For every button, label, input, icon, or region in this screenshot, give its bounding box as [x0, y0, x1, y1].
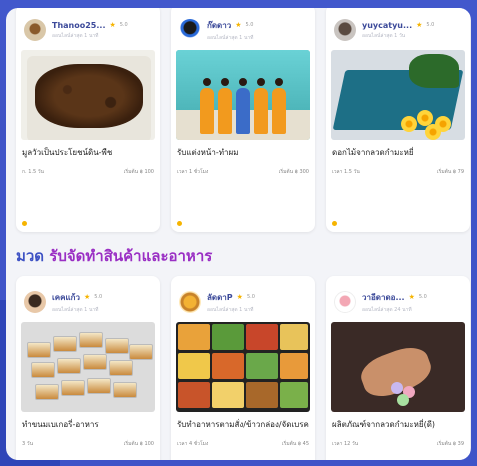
service-title[interactable]: มูลวัวเป็นประโยชน์ดิน-พืช — [16, 140, 160, 166]
avatar[interactable] — [24, 19, 46, 41]
service-meta: เวลา 12 วัน เริ่มต้น ฿ 39 — [326, 440, 470, 448]
badge-dot — [177, 221, 182, 226]
online-status: ออนไลน์ล่าสุด 1 นาที — [52, 32, 99, 39]
seller-header: วาอีดาดอ... ★ 5.0 ออนไลน์ล่าสุด 24 นาที — [326, 276, 470, 322]
seller-name[interactable]: yuycatyu... — [362, 21, 412, 30]
rating: 5.0 — [246, 294, 255, 300]
star-icon: ★ — [109, 21, 116, 29]
starting-price: เริ่มต้น ฿ 100 — [123, 441, 154, 447]
service-title[interactable]: ทำขนมเบเกอรี่-อาหาร — [16, 412, 160, 438]
star-icon: ★ — [83, 293, 91, 301]
star-icon: ★ — [235, 21, 242, 29]
rating: 5.0 — [94, 294, 103, 300]
seller-header: เคคแก้ว ★ 5.0 ออนไลน์ล่าสุด 1 นาที — [16, 276, 160, 322]
service-card[interactable]: เคคแก้ว ★ 5.0 ออนไลน์ล่าสุด 1 นาที ทำขนม… — [16, 276, 160, 460]
seller-header: ลัดดาP ★ 5.0 ออนไลน์ล่าสุด 1 นาที — [171, 276, 315, 322]
online-status: ออนไลน์ล่าสุด 1 นาที — [52, 306, 99, 313]
starting-price: เริ่มต้น ฿ 100 — [123, 169, 154, 175]
service-meta: 3 วัน เริ่มต้น ฿ 100 — [16, 440, 160, 448]
online-status: ออนไลน์ล่าสุด 1 นาที — [207, 34, 254, 41]
soil-sack-photo[interactable] — [21, 50, 155, 140]
service-meta: เวลา 1 ชั่วโมง เริ่มต้น ฿ 300 — [171, 168, 315, 176]
service-card[interactable]: ลัดดาP ★ 5.0 ออนไลน์ล่าสุด 1 นาที รับทำอ… — [171, 276, 315, 460]
avatar[interactable] — [179, 291, 201, 313]
service-card[interactable]: ก๊ดดาว ★ 5.0 ออนไลน์ล่าสุด 1 นาที รับแต่… — [171, 8, 315, 232]
top-card-row: Thanoo25... ★ 5.0 ออนไลน์ล่าสุด 1 นาที ม… — [16, 8, 471, 232]
bakery-packs-photo[interactable] — [21, 322, 155, 412]
craft-hand-photo[interactable] — [331, 322, 465, 412]
seller-name[interactable]: เคคแก้ว — [52, 291, 80, 304]
starting-price: เริ่มต้น ฿ 300 — [278, 169, 309, 175]
meal-boxes-photo[interactable] — [176, 322, 310, 412]
service-meta: เวลา 1.5 วัน เริ่มต้น ฿ 79 — [326, 168, 470, 176]
seller-header: yuycatyu... ★ 5.0 ออนไลน์ล่าสุด 1 วัน — [326, 8, 470, 50]
section-prefix: มวด — [16, 247, 45, 265]
delivery-time: 3 วัน — [22, 441, 33, 447]
section-title[interactable]: รับจัดทำสินค้าและอาหาร — [49, 247, 212, 265]
bottom-card-row: เคคแก้ว ★ 5.0 ออนไลน์ล่าสุด 1 นาที ทำขนม… — [16, 276, 471, 460]
service-title[interactable]: ดอกไม้จากลวดกำมะหยี่ — [326, 140, 470, 166]
service-title[interactable]: รับแต่งหน้า-ทำผม — [171, 140, 315, 166]
starting-price: เริ่มต้น ฿ 79 — [436, 169, 464, 175]
services-panel: Thanoo25... ★ 5.0 ออนไลน์ล่าสุด 1 นาที ม… — [6, 8, 471, 460]
seller-header: ก๊ดดาว ★ 5.0 ออนไลน์ล่าสุด 1 นาที — [171, 8, 315, 50]
seller-name[interactable]: ก๊ดดาว — [207, 19, 231, 32]
online-status: ออนไลน์ล่าสุด 24 นาที — [362, 306, 412, 313]
service-meta: เวลา 4 ชั่วโมง เริ่มต้น ฿ 45 — [171, 440, 315, 448]
avatar[interactable] — [334, 291, 356, 313]
seller-name[interactable]: วาอีดาดอ... — [362, 291, 405, 304]
starting-price: เริ่มต้น ฿ 39 — [436, 441, 464, 447]
rating: 5.0 — [418, 294, 427, 300]
service-card[interactable]: yuycatyu... ★ 5.0 ออนไลน์ล่าสุด 1 วัน ดอ… — [326, 8, 470, 232]
star-icon: ★ — [236, 293, 243, 301]
delivery-time: เวลา 1.5 วัน — [332, 169, 360, 175]
seller-name[interactable]: ลัดดาP — [207, 291, 233, 304]
seller-header: Thanoo25... ★ 5.0 ออนไลน์ล่าสุด 1 นาที — [16, 8, 160, 50]
service-card[interactable]: วาอีดาดอ... ★ 5.0 ออนไลน์ล่าสุด 24 นาที … — [326, 276, 470, 460]
avatar[interactable] — [24, 291, 46, 313]
online-status: ออนไลน์ล่าสุด 1 นาที — [207, 306, 254, 313]
service-meta: ก. 1.5 วัน เริ่มต้น ฿ 100 — [16, 168, 160, 176]
badge-dot — [332, 221, 337, 226]
star-icon: ★ — [416, 21, 423, 29]
delivery-time: เวลา 4 ชั่วโมง — [177, 441, 209, 447]
seller-name[interactable]: Thanoo25... — [52, 21, 106, 30]
rating: 5.0 — [245, 22, 254, 28]
delivery-time: ก. 1.5 วัน — [22, 169, 44, 175]
service-title[interactable]: ผลิตภัณฑ์จากลวดกำมะหยี่(ดี) — [326, 412, 470, 438]
online-status: ออนไลน์ล่าสุด 1 วัน — [362, 32, 406, 39]
starting-price: เริ่มต้น ฿ 45 — [281, 441, 309, 447]
badge-dot — [22, 221, 27, 226]
avatar[interactable] — [334, 19, 356, 41]
dancers-photo[interactable] — [176, 50, 310, 140]
delivery-time: เวลา 12 วัน — [332, 441, 359, 447]
star-icon: ★ — [408, 293, 415, 301]
service-title[interactable]: รับทำอาหารตามสั่ง/ข้าวกล่อง/จัดเบรค — [171, 412, 315, 438]
section-heading: มวด รับจัดทำสินค้าและอาหาร — [16, 244, 212, 268]
delivery-time: เวลา 1 ชั่วโมง — [177, 169, 209, 175]
service-card[interactable]: Thanoo25... ★ 5.0 ออนไลน์ล่าสุด 1 นาที ม… — [16, 8, 160, 232]
rating: 5.0 — [119, 22, 128, 28]
flowers-tray-photo[interactable] — [331, 50, 465, 140]
avatar[interactable] — [179, 19, 201, 41]
rating: 5.0 — [426, 22, 435, 28]
